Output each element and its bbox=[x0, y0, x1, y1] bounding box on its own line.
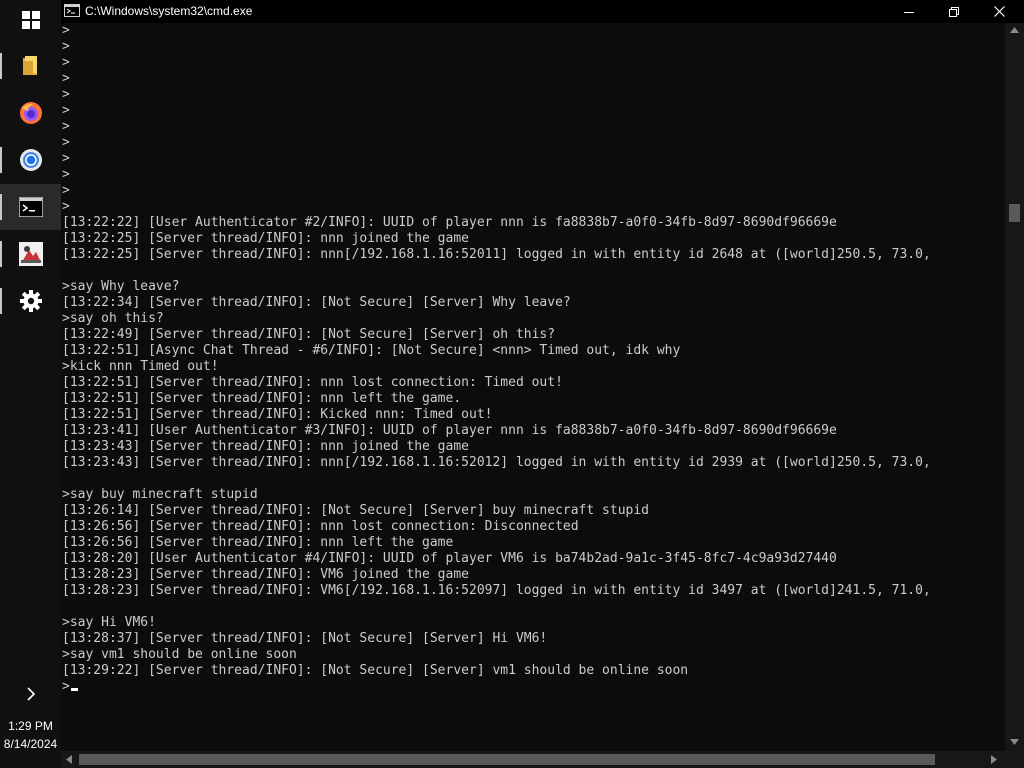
console-line: >say buy minecraft stupid bbox=[62, 487, 258, 502]
taskbar: 1:29 PM 8/14/2024 bbox=[0, 0, 61, 768]
active-indicator bbox=[0, 194, 2, 220]
prompt: > bbox=[62, 679, 70, 694]
console-lines: > > > > > > > > > > > > [13:22:22] [User Authenticat… bbox=[62, 23, 1005, 679]
console-line: [13:26:56] [Server thread/INFO]: nnn los… bbox=[62, 519, 579, 534]
close-icon bbox=[993, 6, 1005, 17]
console-line: [13:26:56] [Server thread/INFO]: nnn lef… bbox=[62, 535, 454, 550]
minimize-button[interactable] bbox=[886, 0, 932, 23]
window-title: C:\Windows\system32\cmd.exe bbox=[85, 4, 253, 18]
console-output[interactable]: > > > > > > > > > > > > [13:22:22] [User Authenticat… bbox=[62, 23, 1005, 751]
console-line: [13:26:14] [Server thread/INFO]: [Not Se… bbox=[62, 503, 649, 518]
console-line: > bbox=[62, 71, 70, 86]
scroll-right-arrow-icon[interactable] bbox=[991, 755, 997, 764]
taskbar-command-prompt[interactable] bbox=[0, 184, 61, 230]
firefox-icon bbox=[19, 102, 42, 124]
console-line: [13:22:51] [Server thread/INFO]: nnn lef… bbox=[62, 391, 462, 406]
horizontal-scrollbar[interactable] bbox=[61, 751, 1005, 768]
console-line: > bbox=[62, 135, 70, 150]
console-line: [13:22:51] [Server thread/INFO]: Kicked … bbox=[62, 407, 493, 422]
console-line: >say oh this? bbox=[62, 311, 164, 326]
scroll-left-arrow-icon[interactable] bbox=[66, 755, 72, 764]
folder-icon bbox=[22, 56, 37, 75]
app-icon bbox=[18, 242, 43, 266]
clock-date: 8/14/2024 bbox=[3, 737, 58, 751]
running-indicator bbox=[0, 288, 2, 314]
vertical-scroll-thumb[interactable] bbox=[1009, 204, 1020, 222]
prompt-line[interactable]: > bbox=[62, 679, 1005, 695]
console-line: [13:22:49] [Server thread/INFO]: [Not Se… bbox=[62, 327, 556, 342]
console-line: [13:22:25] [Server thread/INFO]: nnn joi… bbox=[62, 231, 469, 246]
console-line: [13:22:51] [Server thread/INFO]: nnn los… bbox=[62, 375, 563, 390]
restore-icon bbox=[949, 6, 959, 17]
console-line: [13:28:20] [User Authenticator #4/INFO]:… bbox=[62, 551, 837, 566]
minimize-icon bbox=[904, 11, 914, 13]
cmd-icon bbox=[18, 197, 43, 217]
console-line: [13:22:34] [Server thread/INFO]: [Not Se… bbox=[62, 295, 571, 310]
console-line: [13:22:22] [User Authenticator #2/INFO]:… bbox=[62, 215, 837, 230]
start-button[interactable] bbox=[0, 0, 61, 40]
console-line: >say Hi VM6! bbox=[62, 615, 156, 630]
vertical-scrollbar[interactable] bbox=[1005, 23, 1024, 751]
show-more-button[interactable] bbox=[0, 670, 61, 718]
console-line: [13:23:43] [Server thread/INFO]: nnn[/19… bbox=[62, 455, 931, 470]
console-line: > bbox=[62, 151, 70, 166]
scroll-down-arrow-icon[interactable] bbox=[1010, 739, 1019, 745]
running-indicator bbox=[0, 53, 2, 79]
console-line: > bbox=[62, 103, 70, 118]
taskbar-settings[interactable] bbox=[0, 278, 61, 324]
cmd-icon bbox=[64, 4, 80, 17]
console-line: >say vm1 should be online soon bbox=[62, 647, 297, 662]
running-indicator bbox=[0, 147, 2, 173]
console-line: > bbox=[62, 199, 70, 214]
close-button[interactable] bbox=[976, 0, 1022, 23]
console-line: [13:23:41] [User Authenticator #3/INFO]:… bbox=[62, 423, 837, 438]
horizontal-scroll-thumb[interactable] bbox=[79, 754, 935, 765]
windows-logo-icon bbox=[21, 11, 40, 29]
title-bar[interactable]: C:\Windows\system32\cmd.exe bbox=[61, 0, 1024, 23]
console-line: [13:23:43] [Server thread/INFO]: nnn joi… bbox=[62, 439, 469, 454]
console-line: > bbox=[62, 183, 70, 198]
console-line: [13:22:51] [Async Chat Thread - #6/INFO]… bbox=[62, 343, 681, 358]
scrollbar-corner bbox=[1005, 751, 1024, 768]
console-line: > bbox=[62, 23, 70, 38]
console-line: > bbox=[62, 167, 70, 182]
text-cursor bbox=[70, 688, 78, 691]
console-line: [13:22:25] [Server thread/INFO]: nnn[/19… bbox=[62, 247, 931, 262]
scroll-up-arrow-icon[interactable] bbox=[1010, 27, 1019, 33]
restore-button[interactable] bbox=[931, 0, 977, 23]
console-line: > bbox=[62, 119, 70, 134]
console-line: [13:28:23] [Server thread/INFO]: VM6[/19… bbox=[62, 583, 931, 598]
console-line: [13:28:37] [Server thread/INFO]: [Not Se… bbox=[62, 631, 548, 646]
taskbar-clock[interactable]: 1:29 PM 8/14/2024 bbox=[0, 716, 61, 765]
console-line: [13:29:22] [Server thread/INFO]: [Not Se… bbox=[62, 663, 689, 678]
chevron-right-icon bbox=[26, 687, 35, 701]
cmd-window: C:\Windows\system32\cmd.exe > > > > > > > > > > > >… bbox=[61, 0, 1024, 768]
gear-icon bbox=[19, 290, 42, 312]
running-indicator bbox=[0, 241, 2, 267]
console-line: >say Why leave? bbox=[62, 279, 180, 294]
clock-time: 1:29 PM bbox=[8, 719, 53, 733]
console-line: > bbox=[62, 87, 70, 102]
taskbar-app[interactable] bbox=[0, 231, 61, 277]
console-line: >kick nnn Timed out! bbox=[62, 359, 219, 374]
console-line: > bbox=[62, 39, 70, 54]
taskbar-firefox[interactable] bbox=[0, 90, 61, 136]
console-line: > bbox=[62, 55, 70, 70]
chrome-icon bbox=[19, 149, 42, 171]
taskbar-file-explorer[interactable] bbox=[0, 43, 61, 89]
console-line: [13:28:23] [Server thread/INFO]: VM6 joi… bbox=[62, 567, 469, 582]
taskbar-chrome[interactable] bbox=[0, 137, 61, 183]
